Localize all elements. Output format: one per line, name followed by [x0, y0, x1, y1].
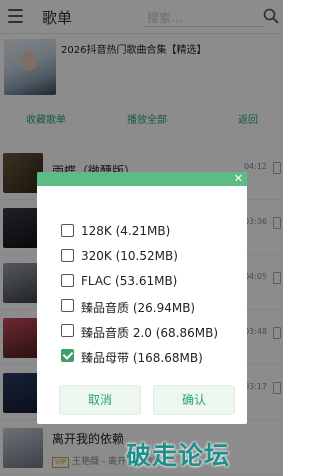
option-label: 臻品母带 (168.68MB) — [81, 351, 203, 365]
quality-option[interactable]: 臻品音质 2.0 (68.86MB) — [61, 322, 241, 340]
app-screen: 歌单 2026抖音热门歌曲合集【精选】 收藏歌单 播放全部 返回 雨蝶（微醺版）… — [0, 0, 283, 476]
quality-option[interactable]: 128K (4.21MB) — [61, 222, 241, 240]
quality-option[interactable]: 320K (10.52MB) — [61, 247, 241, 265]
option-label: FLAC (53.61MB) — [81, 274, 178, 288]
close-icon[interactable]: ✕ — [234, 172, 243, 186]
quality-option[interactable]: 臻品母带 (168.68MB) — [61, 347, 241, 365]
quality-option[interactable]: 臻品音质 (26.94MB) — [61, 297, 241, 315]
cancel-button[interactable]: 取消 — [59, 385, 141, 415]
checkbox[interactable] — [61, 249, 74, 262]
checkbox[interactable] — [61, 274, 74, 287]
checkbox[interactable] — [61, 299, 74, 312]
watermark: 破走论坛 — [126, 441, 231, 470]
quality-dialog: ✕ 128K (4.21MB) 320K (10.52MB) FLAC (53.… — [37, 172, 247, 424]
quality-option[interactable]: FLAC (53.61MB) — [61, 272, 241, 290]
checkbox[interactable] — [61, 224, 74, 237]
option-label: 臻品音质 (26.94MB) — [81, 301, 196, 315]
dialog-header: ✕ — [37, 172, 247, 186]
option-label: 臻品音质 2.0 (68.86MB) — [81, 326, 219, 340]
confirm-button[interactable]: 确认 — [153, 385, 235, 415]
option-label: 320K (10.52MB) — [81, 249, 178, 263]
option-label: 128K (4.21MB) — [81, 224, 171, 238]
checkbox[interactable] — [61, 324, 74, 337]
checkbox-checked[interactable] — [61, 349, 74, 362]
